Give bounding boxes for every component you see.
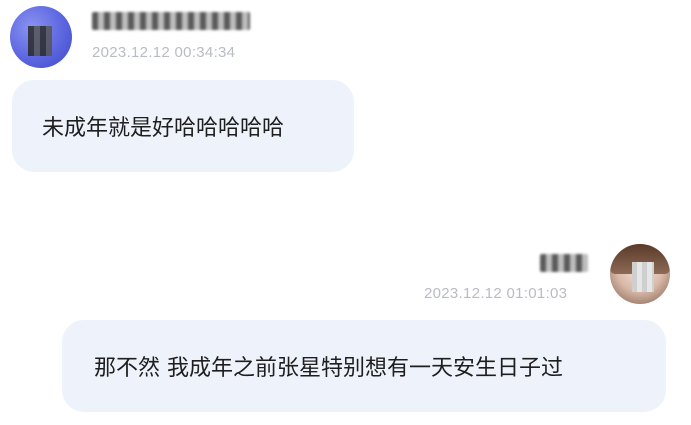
avatar-mosaic (28, 26, 52, 56)
message-timestamp: 2023.12.12 01:01:03 (424, 285, 568, 302)
sender-avatar[interactable] (10, 6, 72, 68)
message-bubble-right[interactable]: 那不然 我成年之前张星特别想有一天安生日子过 (62, 320, 666, 412)
message-text: 未成年就是好哈哈哈哈哈 (42, 116, 285, 141)
sender-name-obscured (92, 12, 250, 30)
avatar-mosaic (632, 262, 654, 292)
message-bubble-left[interactable]: 未成年就是好哈哈哈哈哈 (12, 80, 354, 172)
sender-avatar[interactable] (610, 244, 670, 304)
message-text: 那不然 我成年之前张星特别想有一天安生日子过 (94, 356, 563, 381)
sender-name-obscured (540, 254, 588, 272)
message-timestamp: 2023.12.12 00:34:34 (92, 44, 236, 61)
